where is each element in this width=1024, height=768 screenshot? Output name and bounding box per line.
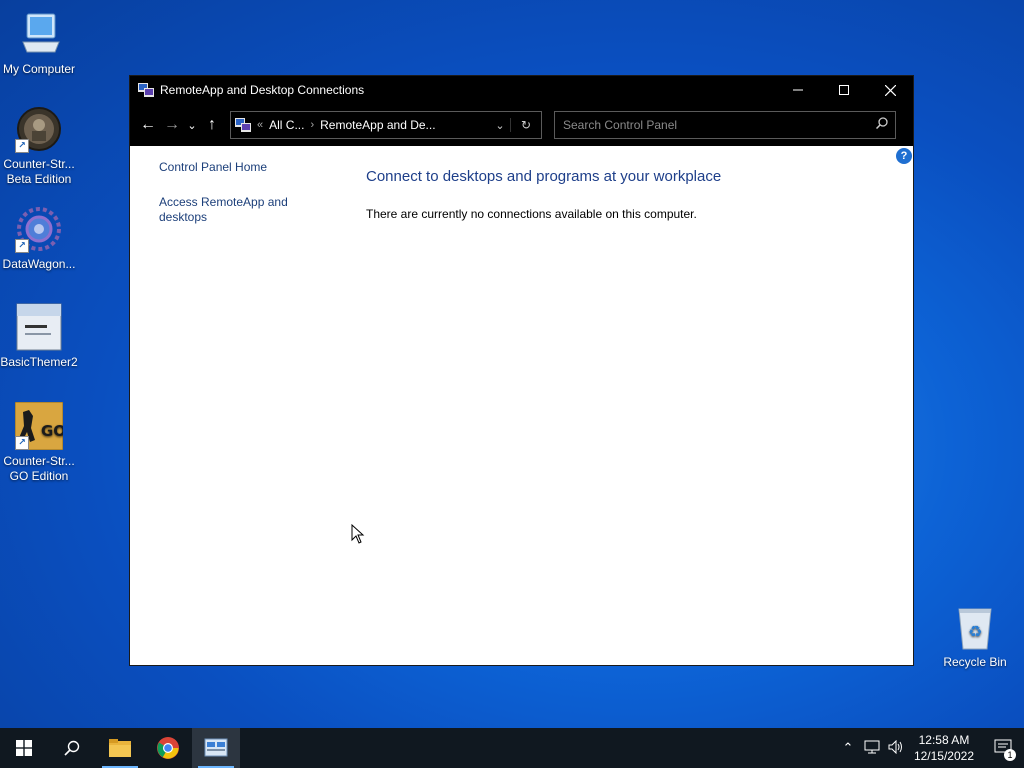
- control-panel-window: RemoteApp and Desktop Connections ← → ⌄ …: [129, 75, 914, 666]
- control-panel-icon: [204, 738, 228, 757]
- breadcrumb-separator-icon[interactable]: ›: [310, 119, 314, 131]
- up-button[interactable]: ↑: [200, 113, 224, 137]
- arrow-right-icon: →: [164, 116, 180, 133]
- file-explorer-taskbar-button[interactable]: [96, 728, 144, 768]
- search-input[interactable]: [555, 117, 869, 133]
- counter-strike-beta-icon: ↗: [15, 105, 63, 153]
- maximize-icon: [839, 85, 849, 95]
- clock[interactable]: 12:58 AM 12/15/2022: [914, 732, 974, 764]
- search-taskbar-button[interactable]: [48, 728, 96, 768]
- remoteapp-icon: [235, 117, 251, 133]
- help-icon: ?: [900, 150, 908, 162]
- search-icon: [64, 740, 80, 756]
- control-panel-home-link[interactable]: Control Panel Home: [159, 160, 329, 175]
- shortcut-arrow-icon: ↗: [15, 239, 29, 253]
- notification-count-badge: 1: [1004, 749, 1016, 761]
- chevron-down-icon: ⌄: [495, 119, 505, 132]
- clock-date: 12/15/2022: [913, 749, 974, 763]
- help-button[interactable]: ?: [896, 148, 912, 164]
- computer-icon: [15, 10, 63, 58]
- desktop-icon-label: DataWagon...: [2, 257, 76, 271]
- shortcut-arrow-icon: ↗: [15, 139, 29, 153]
- address-bar[interactable]: « All C... › RemoteApp and De... ⌄ ↻: [230, 111, 542, 139]
- refresh-button[interactable]: ↻: [510, 118, 541, 132]
- chevron-down-icon: ⌄: [187, 119, 197, 132]
- desktop-icon-datawagon[interactable]: ↗ DataWagon...: [0, 205, 78, 272]
- desktop-icon-basicthemer2[interactable]: BasicThemer2: [0, 303, 78, 370]
- refresh-icon: ↻: [520, 118, 532, 132]
- arrow-left-icon: ←: [140, 116, 156, 133]
- desktop-icon-label: BasicThemer2: [0, 355, 78, 369]
- folder-icon: [109, 739, 131, 757]
- windows-logo-icon: [16, 740, 32, 756]
- status-message: There are currently no connections avail…: [366, 207, 697, 221]
- desktop-icon-label: Counter-Str... GO Edition: [3, 454, 75, 483]
- recent-locations-button[interactable]: ⌄: [184, 113, 200, 137]
- close-button[interactable]: [867, 76, 913, 104]
- chevron-up-icon: ⌃: [842, 740, 854, 755]
- content-area: Control Panel Home Access RemoteApp and …: [130, 146, 913, 665]
- remoteapp-icon: [138, 82, 154, 98]
- svg-text:♻: ♻: [968, 622, 982, 641]
- address-dropdown-button[interactable]: ⌄: [490, 119, 510, 132]
- forward-button[interactable]: →: [160, 113, 184, 137]
- desktop-icon-label: Counter-Str... Beta Edition: [3, 157, 75, 186]
- window-app-icon: [15, 303, 63, 351]
- window-title: RemoteApp and Desktop Connections: [160, 83, 365, 97]
- desktop-icon-recycle-bin[interactable]: ♻ Recycle Bin: [936, 603, 1014, 669]
- arrow-up-icon: ↑: [208, 116, 216, 133]
- volume-icon[interactable]: [884, 739, 908, 757]
- desktop-icon-label: Recycle Bin: [943, 655, 1007, 669]
- breadcrumb-all-control-panel[interactable]: All C...: [269, 118, 304, 132]
- desktop-icon-my-computer[interactable]: My Computer: [0, 10, 78, 77]
- network-icon[interactable]: [860, 740, 884, 757]
- chrome-icon: [157, 737, 179, 759]
- shortcut-arrow-icon: ↗: [15, 436, 29, 450]
- title-bar[interactable]: RemoteApp and Desktop Connections: [130, 76, 913, 104]
- mouse-cursor-icon: [351, 523, 365, 549]
- recycle-bin-icon: ♻: [951, 603, 999, 651]
- desktop-icon-label: My Computer: [2, 62, 76, 76]
- access-remoteapp-link[interactable]: Access RemoteApp and desktops: [159, 195, 329, 225]
- action-center-button[interactable]: 1: [984, 728, 1024, 768]
- desktop-icon-counter-strike-beta[interactable]: ↗ Counter-Str... Beta Edition: [0, 105, 78, 187]
- page-title: Connect to desktops and programs at your…: [366, 168, 722, 185]
- back-button[interactable]: ←: [136, 113, 160, 137]
- minimize-button[interactable]: [775, 76, 821, 104]
- left-pane: Control Panel Home Access RemoteApp and …: [159, 160, 329, 245]
- overflow-chevron-icon[interactable]: «: [257, 119, 263, 131]
- show-hidden-icons-button[interactable]: ⌃: [836, 740, 860, 756]
- control-panel-taskbar-button[interactable]: [192, 728, 240, 768]
- system-tray: ⌃ 12:58 AM 12/15/2022 1: [836, 728, 1024, 768]
- start-button[interactable]: [0, 728, 48, 768]
- navigation-bar: ← → ⌄ ↑ « All C... › RemoteApp and De...…: [130, 104, 913, 146]
- search-box[interactable]: [554, 111, 896, 139]
- taskbar: ⌃ 12:58 AM 12/15/2022 1: [0, 728, 1024, 768]
- search-icon[interactable]: [869, 116, 895, 134]
- minimize-icon: [793, 89, 803, 91]
- svg-text:GO: GO: [41, 422, 63, 440]
- maximize-button[interactable]: [821, 76, 867, 104]
- clock-time: 12:58 AM: [918, 733, 970, 747]
- desktop-icon-counter-strike-go[interactable]: GO ↗ Counter-Str... GO Edition: [0, 401, 78, 484]
- close-icon: [884, 84, 896, 96]
- counter-strike-go-icon: GO ↗: [14, 401, 66, 451]
- breadcrumb-remoteapp[interactable]: RemoteApp and De...: [320, 118, 435, 132]
- chrome-taskbar-button[interactable]: [144, 728, 192, 768]
- datawagon-icon: ↗: [15, 205, 63, 253]
